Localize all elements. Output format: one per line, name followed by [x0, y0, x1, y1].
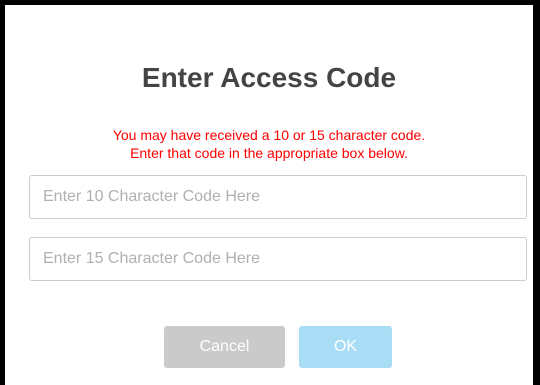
instruction-message: You may have received a 10 or 15 charact…	[5, 126, 533, 162]
code-10-input[interactable]	[29, 175, 527, 219]
ok-button[interactable]: OK	[299, 326, 392, 368]
cancel-button[interactable]: Cancel	[164, 326, 285, 368]
instruction-line-1: You may have received a 10 or 15 charact…	[112, 127, 426, 143]
instruction-line-2: Enter that code in the appropriate box b…	[130, 145, 408, 161]
dialog-title: Enter Access Code	[141, 62, 397, 93]
code-15-input[interactable]	[29, 237, 527, 281]
